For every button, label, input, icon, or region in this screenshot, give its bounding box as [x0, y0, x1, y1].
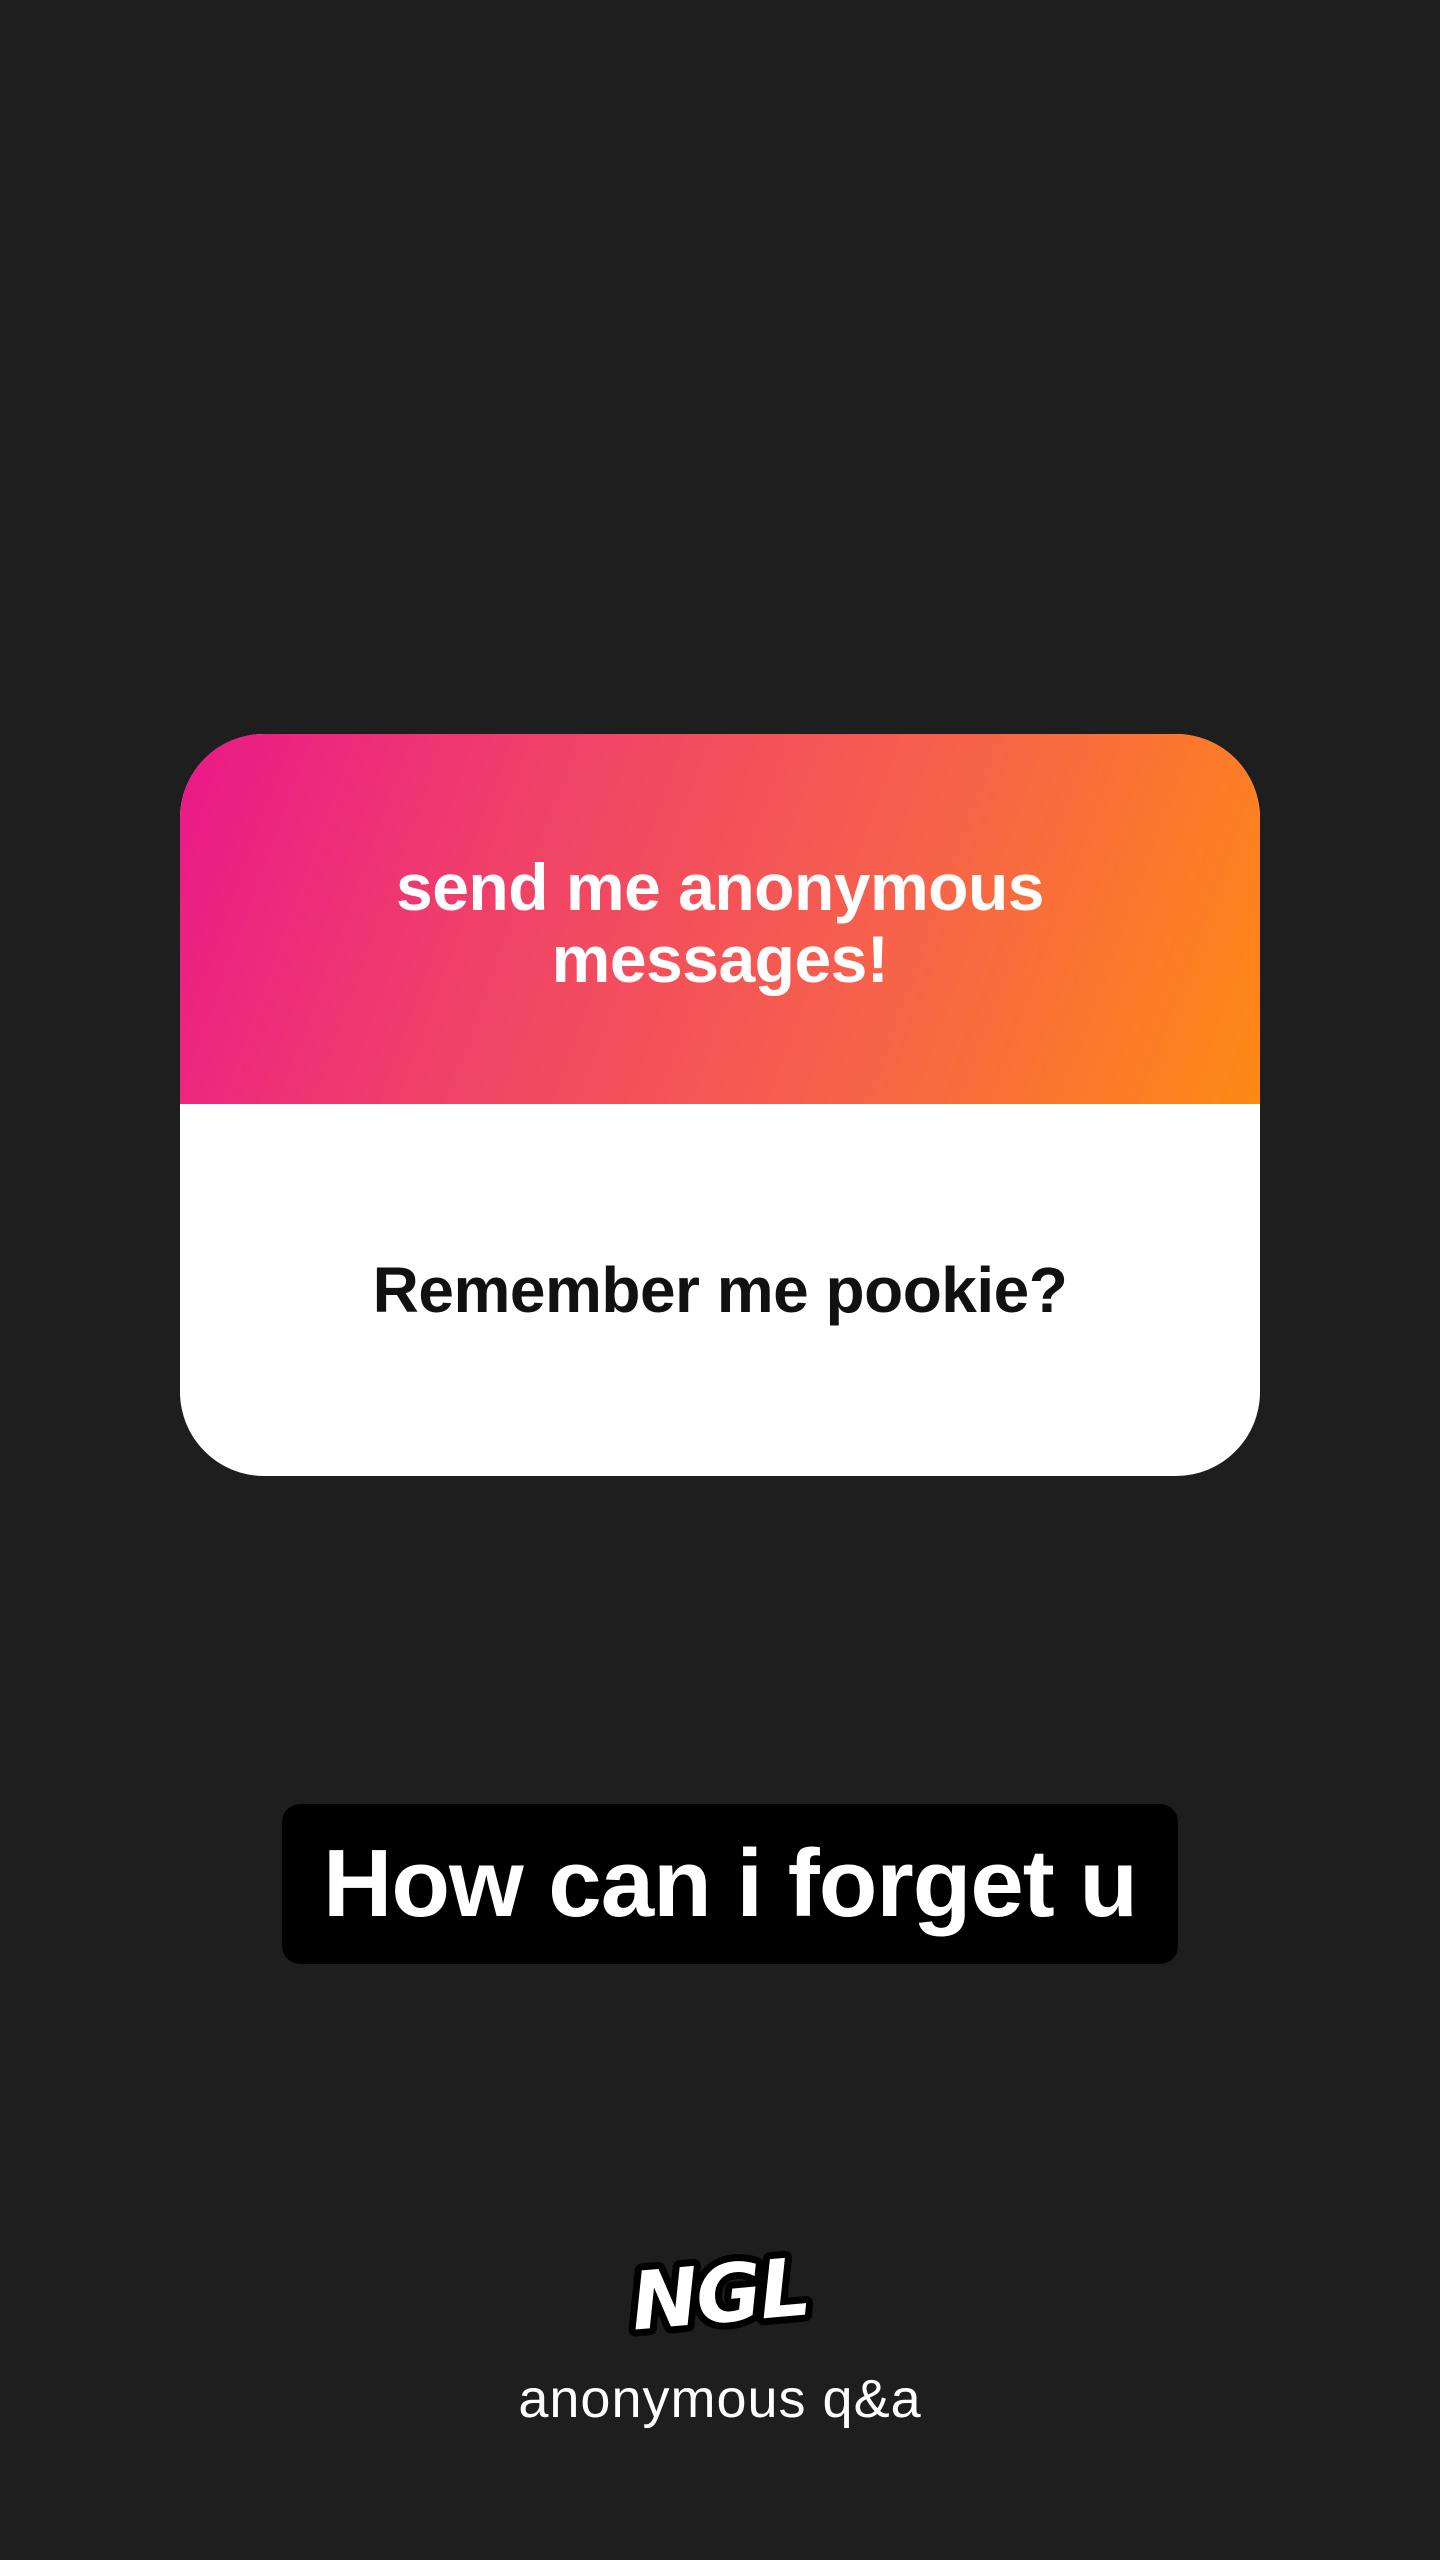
reply-caption: How can i forget u — [282, 1804, 1178, 1964]
reply-text: How can i forget u — [322, 1830, 1138, 1937]
question-card-header: send me anonymous messages! — [180, 734, 1260, 1104]
ngl-logo-text: NGL — [627, 2240, 812, 2348]
question-prompt-title: send me anonymous messages! — [396, 850, 1045, 996]
question-card: send me anonymous messages! Remember me … — [180, 734, 1260, 1476]
brand-subtitle: anonymous q&a — [518, 2369, 922, 2429]
ngl-logo: NGL — [620, 2240, 819, 2350]
anonymous-message-text: Remember me pookie? — [372, 1254, 1068, 1326]
question-card-body: Remember me pookie? — [180, 1104, 1260, 1476]
brand-footer: NGL anonymous q&a — [0, 2240, 1440, 2430]
